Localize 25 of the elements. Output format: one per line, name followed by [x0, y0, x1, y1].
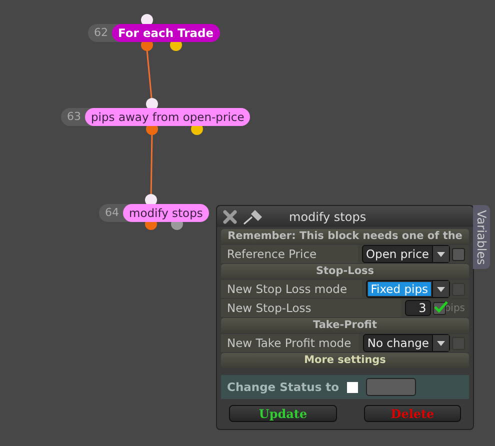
section-header[interactable]: More settings: [221, 353, 469, 368]
side-tab[interactable]: Variables: [473, 205, 490, 269]
status-field[interactable]: [366, 378, 416, 396]
checkbox[interactable]: [347, 382, 358, 392]
section-header: Stop-Loss: [221, 264, 469, 279]
status-label: Change Status to: [227, 380, 340, 394]
section-header: Remember: This block needs one of the: [221, 229, 469, 244]
caret-icon: [437, 286, 445, 292]
close-icon[interactable]: [223, 210, 237, 224]
checkbox[interactable]: [452, 248, 465, 260]
panel-title: modify stops: [289, 210, 366, 224]
checkbox[interactable]: [433, 302, 446, 314]
block-node[interactable]: pips away from open-price: [85, 108, 250, 126]
field-label: New Take Profit mode: [221, 334, 360, 352]
caret-icon: [437, 340, 445, 346]
block-node[interactable]: For each Trade: [112, 24, 220, 42]
field-label: Reference Price: [221, 245, 358, 263]
block-node[interactable]: modify stops: [123, 204, 209, 222]
dropdown[interactable]: Open price: [362, 245, 450, 263]
number-field[interactable]: 3: [405, 300, 432, 316]
field-label: New Stop-Loss: [221, 299, 402, 317]
update-button[interactable]: Update: [229, 405, 337, 422]
field-label: New Stop Loss mode: [221, 280, 362, 298]
section-header: Take-Profit: [221, 318, 469, 333]
caret-icon: [437, 252, 445, 256]
